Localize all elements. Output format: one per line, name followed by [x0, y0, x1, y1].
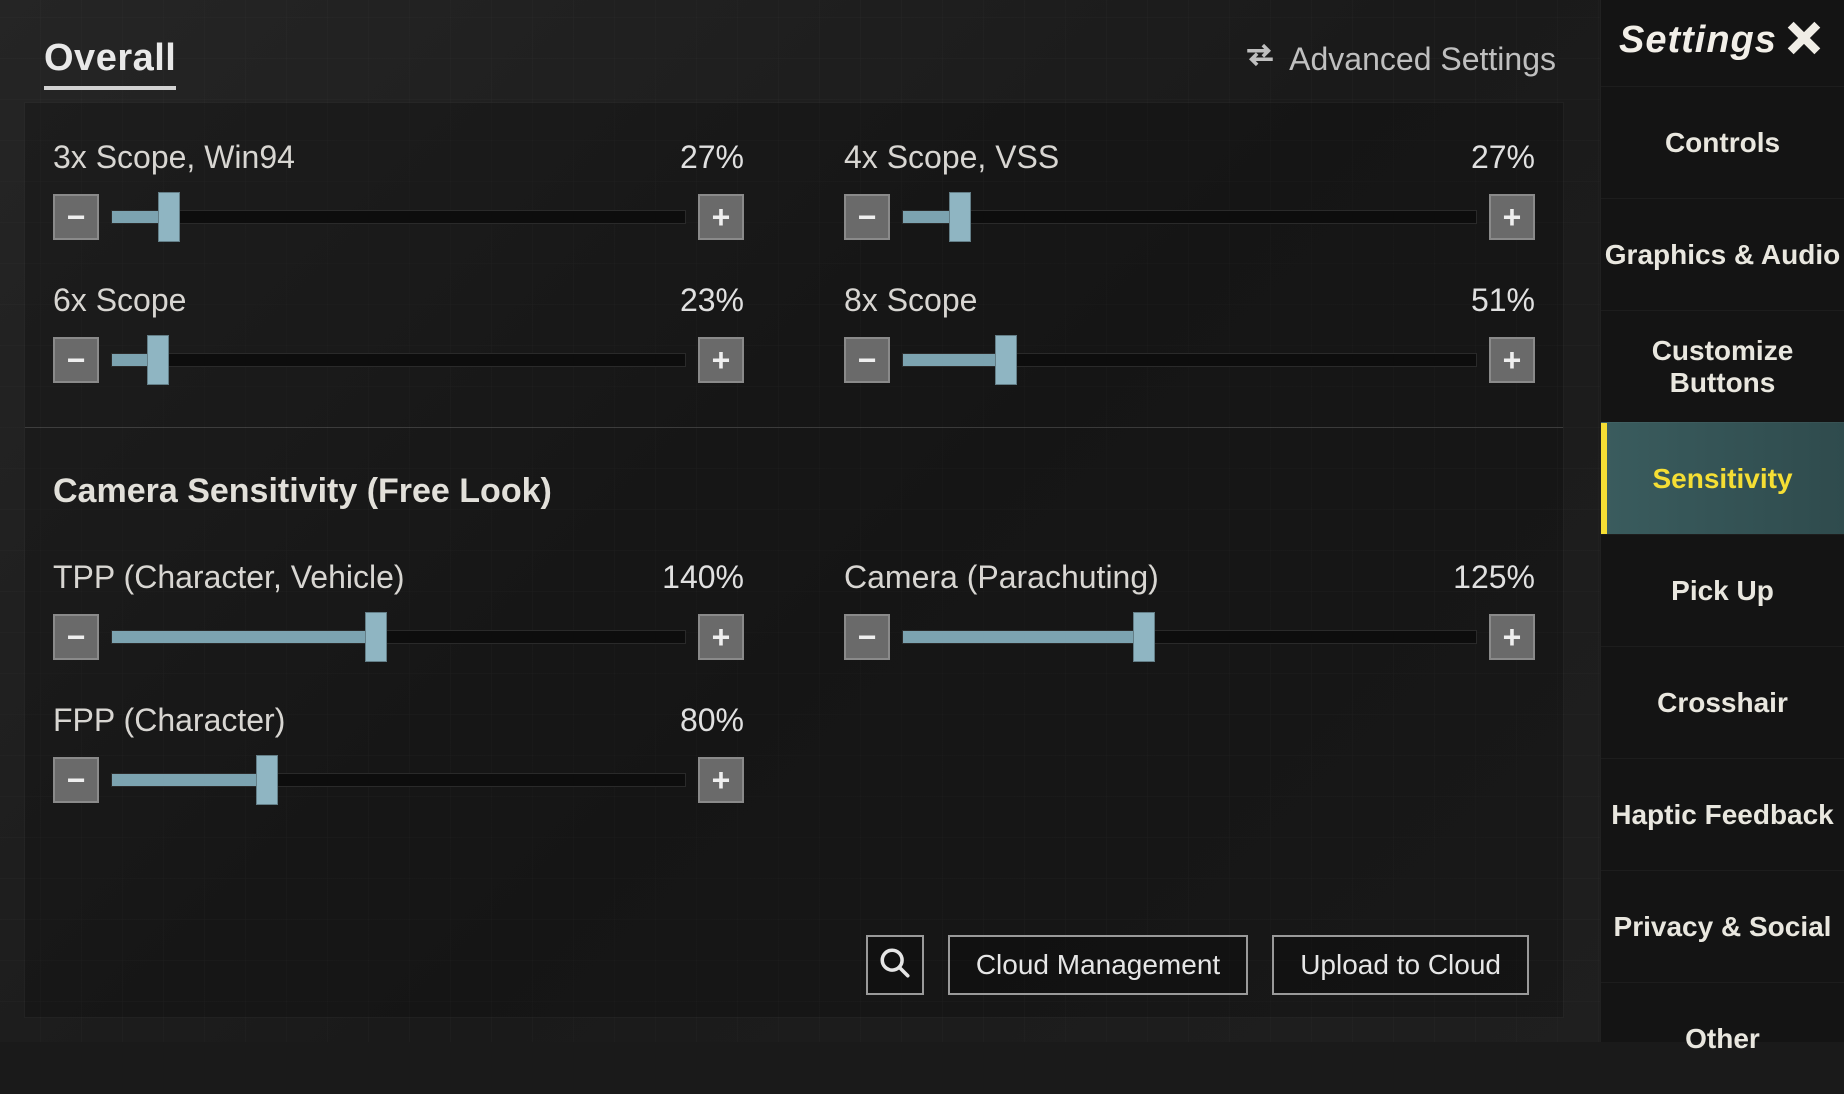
nav-customize-buttons[interactable]: Customize Buttons	[1601, 310, 1844, 422]
slider-3x-scope: 3x Scope, Win94 27% − +	[53, 139, 744, 240]
slider-value: 80%	[680, 702, 744, 739]
slider-fill	[903, 354, 1006, 366]
slider-8x-scope: 8x Scope 51% − +	[844, 282, 1535, 383]
slider-fill	[903, 631, 1144, 643]
slider-thumb[interactable]	[158, 192, 180, 242]
plus-button[interactable]: +	[698, 614, 744, 660]
plus-button[interactable]: +	[698, 194, 744, 240]
nav-other[interactable]: Other	[1601, 982, 1844, 1094]
nav-pick-up[interactable]: Pick Up	[1601, 534, 1844, 646]
minus-button[interactable]: −	[844, 337, 890, 383]
nav-crosshair[interactable]: Crosshair	[1601, 646, 1844, 758]
slider-fpp: FPP (Character) 80% − +	[53, 702, 744, 803]
slider-track[interactable]	[111, 210, 686, 224]
slider-4x-scope: 4x Scope, VSS 27% − +	[844, 139, 1535, 240]
slider-label: 3x Scope, Win94	[53, 139, 295, 176]
slider-6x-scope: 6x Scope 23% − +	[53, 282, 744, 383]
settings-screen: Overall Advanced Settings 3x Scope, Win9…	[0, 0, 1844, 1042]
minus-button[interactable]: −	[53, 614, 99, 660]
section-divider	[25, 427, 1563, 428]
search-button[interactable]	[866, 935, 924, 995]
slider-thumb[interactable]	[1133, 612, 1155, 662]
minus-button[interactable]: −	[844, 614, 890, 660]
slider-label: 8x Scope	[844, 282, 977, 319]
slider-label: FPP (Character)	[53, 702, 285, 739]
slider-value: 51%	[1471, 282, 1535, 319]
slider-value: 27%	[1471, 139, 1535, 176]
slider-fill	[112, 774, 267, 786]
slider-thumb[interactable]	[256, 755, 278, 805]
slider-value: 27%	[680, 139, 744, 176]
footer-actions: Cloud Management Upload to Cloud	[866, 935, 1529, 995]
main-column: Overall Advanced Settings 3x Scope, Win9…	[0, 0, 1600, 1042]
minus-button[interactable]: −	[844, 194, 890, 240]
slider-track[interactable]	[902, 210, 1477, 224]
content-panel: 3x Scope, Win94 27% − + 4	[24, 102, 1564, 1018]
slider-label: 6x Scope	[53, 282, 186, 319]
slider-thumb[interactable]	[995, 335, 1017, 385]
slider-value: 23%	[680, 282, 744, 319]
slider-track[interactable]	[902, 630, 1477, 644]
slider-thumb[interactable]	[365, 612, 387, 662]
slider-fill	[112, 631, 376, 643]
minus-button[interactable]: −	[53, 194, 99, 240]
sidebar: Settings Controls Graphics & Audio Custo…	[1600, 0, 1844, 1042]
freelook-sliders-grid: TPP (Character, Vehicle) 140% − +	[53, 559, 1535, 803]
settings-nav: Controls Graphics & Audio Customize Butt…	[1601, 86, 1844, 1094]
slider-track[interactable]	[111, 773, 686, 787]
slider-value: 140%	[662, 559, 744, 596]
slider-label: 4x Scope, VSS	[844, 139, 1059, 176]
nav-controls[interactable]: Controls	[1601, 86, 1844, 198]
section-title-free-look: Camera Sensitivity (Free Look)	[53, 472, 1535, 511]
close-button[interactable]	[1782, 18, 1826, 62]
sidebar-header: Settings	[1601, 0, 1844, 86]
advanced-settings-link[interactable]: Advanced Settings	[1243, 38, 1556, 90]
nav-graphics-audio[interactable]: Graphics & Audio	[1601, 198, 1844, 310]
scope-sliders-grid: 3x Scope, Win94 27% − + 4	[53, 139, 1535, 383]
slider-value: 125%	[1453, 559, 1535, 596]
plus-button[interactable]: +	[698, 757, 744, 803]
slider-track[interactable]	[111, 630, 686, 644]
plus-button[interactable]: +	[1489, 614, 1535, 660]
close-icon	[1784, 18, 1824, 63]
plus-button[interactable]: +	[1489, 337, 1535, 383]
nav-privacy-social[interactable]: Privacy & Social	[1601, 870, 1844, 982]
tab-overall[interactable]: Overall	[44, 37, 176, 90]
slider-thumb[interactable]	[147, 335, 169, 385]
slider-thumb[interactable]	[949, 192, 971, 242]
slider-track[interactable]	[111, 353, 686, 367]
search-icon	[878, 946, 912, 985]
nav-sensitivity[interactable]: Sensitivity	[1601, 422, 1844, 534]
advanced-settings-label: Advanced Settings	[1289, 41, 1556, 78]
slider-tpp: TPP (Character, Vehicle) 140% − +	[53, 559, 744, 660]
slider-label: Camera (Parachuting)	[844, 559, 1159, 596]
nav-haptic-feedback[interactable]: Haptic Feedback	[1601, 758, 1844, 870]
plus-button[interactable]: +	[1489, 194, 1535, 240]
slider-track[interactable]	[902, 353, 1477, 367]
swap-icon	[1243, 38, 1277, 80]
slider-camera-parachuting: Camera (Parachuting) 125% − +	[844, 559, 1535, 660]
slider-label: TPP (Character, Vehicle)	[53, 559, 405, 596]
minus-button[interactable]: −	[53, 337, 99, 383]
minus-button[interactable]: −	[53, 757, 99, 803]
top-bar: Overall Advanced Settings	[0, 0, 1600, 90]
cloud-management-button[interactable]: Cloud Management	[948, 935, 1248, 995]
settings-title: Settings	[1619, 19, 1777, 62]
upload-to-cloud-button[interactable]: Upload to Cloud	[1272, 935, 1529, 995]
plus-button[interactable]: +	[698, 337, 744, 383]
